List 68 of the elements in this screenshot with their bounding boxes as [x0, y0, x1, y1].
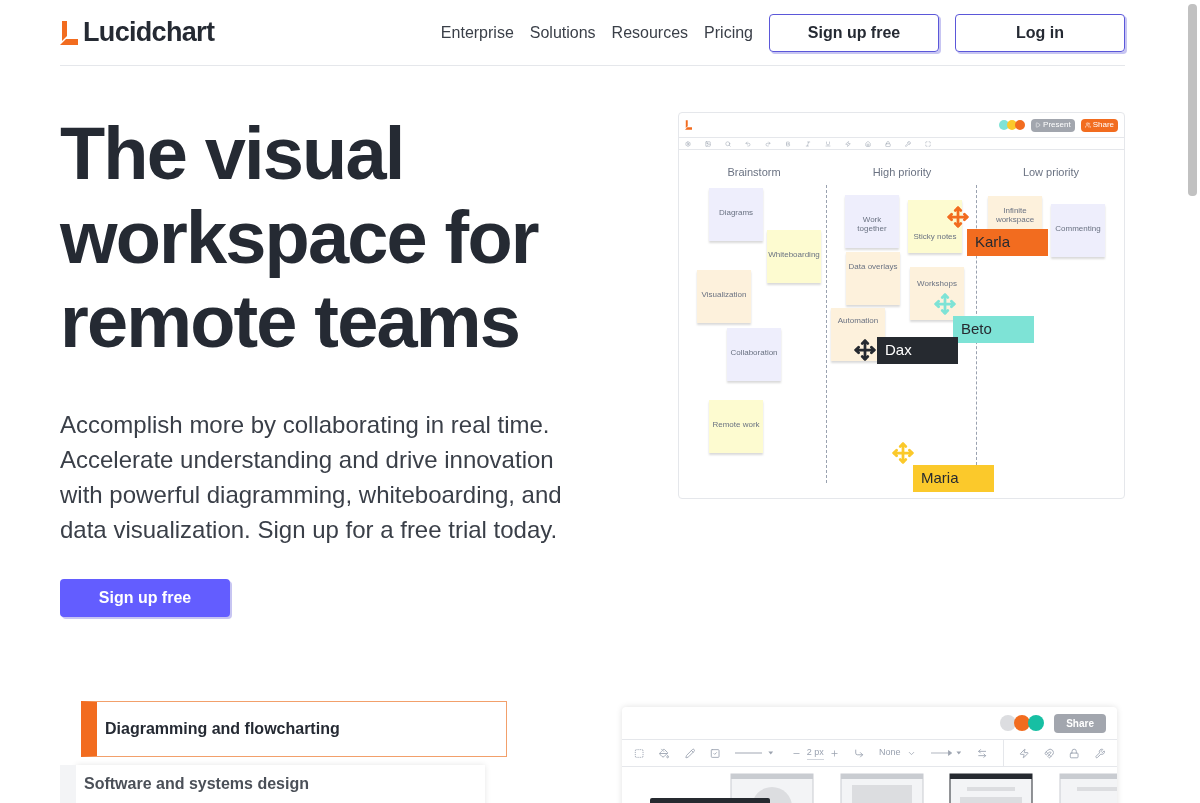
cursor-name-tooltip: Dax: [877, 337, 958, 364]
play-icon: [1035, 122, 1042, 128]
pencil-icon[interactable]: [684, 746, 695, 760]
connector-icon[interactable]: [853, 746, 864, 760]
sticky-note[interactable]: Data overlays: [846, 252, 900, 305]
sticky-note[interactable]: Remote work: [709, 400, 763, 453]
nav-link[interactable]: Pricing: [704, 20, 753, 45]
nav-link[interactable]: Enterprise: [440, 20, 514, 45]
sign-up-button[interactable]: Sign up free: [769, 13, 939, 52]
sticky-note[interactable]: Workshops: [910, 267, 964, 320]
toolbar-icon[interactable]: [905, 140, 911, 147]
line-width-field[interactable]: 2 px: [806, 745, 824, 761]
nav-link[interactable]: Solutions: [529, 20, 596, 45]
sticky-note[interactable]: Visualization: [697, 270, 751, 323]
magnet-icon[interactable]: [1043, 746, 1055, 760]
scrollbar[interactable]: [1188, 4, 1197, 196]
toolbar-icon[interactable]: [725, 140, 731, 147]
lock-icon[interactable]: [1069, 746, 1080, 760]
logo-icon: [685, 120, 692, 130]
move-cursor-icon: [854, 339, 876, 361]
hero-description: Accomplish more by collaborating in real time. Accelerate understanding and drive innovation with powerful diagramming, whiteboarding, and data visualization. Sign up for a free trial today.: [60, 410, 563, 545]
column-heading: Brainstorm: [727, 165, 781, 180]
swap-icon[interactable]: [977, 746, 988, 760]
sticky-note[interactable]: Whiteboarding: [767, 230, 821, 283]
fill-icon[interactable]: [659, 746, 670, 760]
toolbar-icon[interactable]: [745, 140, 751, 147]
cursor-name-tooltip: Karla: [967, 229, 1048, 256]
collaborator-avatars-icon: [999, 120, 1026, 130]
move-cursor-icon: [947, 206, 969, 228]
toolbar-icon[interactable]: [885, 140, 891, 147]
toolbar-icon[interactable]: [785, 140, 791, 147]
lightning-icon[interactable]: [1018, 746, 1029, 760]
sign-up-button[interactable]: Sign up free: [60, 579, 230, 617]
hero-heading: The visual workspace for remote teams: [60, 112, 540, 364]
sticky-note[interactable]: Work together: [845, 195, 899, 248]
increase-icon[interactable]: [829, 748, 839, 758]
toolbar-icon[interactable]: [865, 140, 871, 147]
toolbar-icon[interactable]: [685, 140, 691, 147]
endpoint-dropdown[interactable]: None: [879, 746, 916, 760]
move-cursor-icon: [934, 293, 956, 315]
toolbar-icon[interactable]: [925, 140, 931, 147]
toolbar-icon[interactable]: [705, 140, 711, 147]
nav-link[interactable]: Resources: [611, 20, 689, 45]
column-heading: High priority: [872, 165, 932, 180]
toolbar-icon[interactable]: [825, 140, 831, 147]
share-button[interactable]: Share: [1080, 118, 1118, 132]
cursor-name-tooltip: Maria: [913, 465, 994, 492]
sticky-note[interactable]: Collaboration: [727, 328, 781, 381]
cursor-name-tooltip: Beto: [953, 316, 1034, 343]
logo-icon: [60, 20, 78, 45]
toolbar-icon[interactable]: [805, 140, 811, 147]
logo-text[interactable]: Lucidchart: [83, 12, 215, 53]
arrow-style-icon[interactable]: [930, 749, 963, 757]
checkbox-icon[interactable]: [710, 746, 721, 760]
sticky-note[interactable]: Commenting: [1051, 204, 1105, 257]
sticky-note[interactable]: Diagrams: [709, 188, 763, 241]
people-icon: [1084, 122, 1091, 128]
move-cursor-icon: [892, 442, 914, 464]
toolbar-icon[interactable]: [765, 140, 771, 147]
sticky-note[interactable]: Sticky notes: [908, 200, 962, 253]
collaborator-avatars-icon: [1000, 715, 1045, 731]
present-button[interactable]: Present: [1031, 118, 1075, 132]
toolbar-icon[interactable]: [845, 140, 851, 147]
select-icon[interactable]: [634, 746, 645, 760]
log-in-button[interactable]: Log in: [955, 13, 1125, 52]
wrench-icon[interactable]: [1094, 746, 1105, 760]
share-button[interactable]: Share: [1054, 713, 1106, 733]
column-heading: Low priority: [1022, 165, 1080, 180]
